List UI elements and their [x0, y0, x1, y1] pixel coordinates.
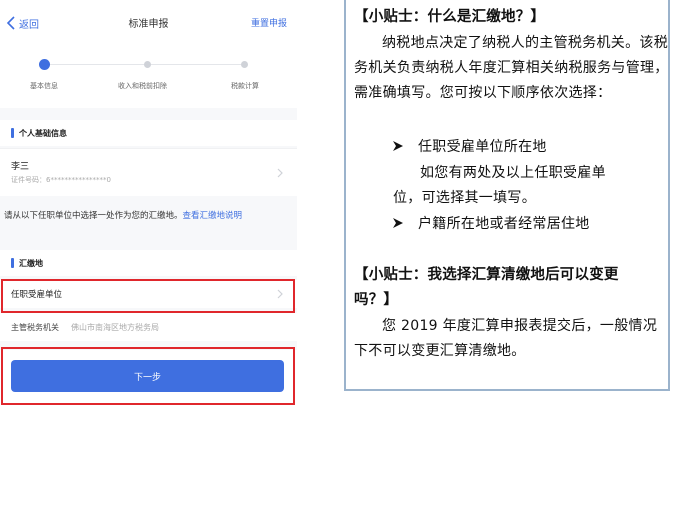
person-name: 李三 [11, 162, 30, 172]
tip2-title-line2: 吗？】 [354, 292, 399, 308]
chevron-right-icon [277, 168, 283, 178]
tips-box: 【小贴士：什么是汇缴地？】 纳税地点决定了纳税人的主管税务机关。该税务机关负责纳… [344, 0, 670, 391]
arrow-bullet-icon [393, 218, 403, 228]
step-dot [241, 61, 248, 68]
progress-steps: 基本信息 收入和税前扣除 税款计算 [0, 44, 297, 108]
person-info-card[interactable]: 李三 证件号码：6****************0 [0, 148, 297, 196]
phone-screen: 返回 标准申报 重置申报 基本信息 收入和税前扣除 税款计算 个人基础信息 李三… [0, 0, 297, 507]
tax-authority-row: 主管税务机关 佛山市南海区地方税务局 [0, 313, 297, 341]
section-title-personal: 个人基础信息 [0, 120, 297, 146]
option1-note-line1: 如您有两处及以上任职受雇单 [420, 165, 606, 181]
section-title-text: 个人基础信息 [19, 128, 67, 138]
step-dot-active [39, 59, 50, 70]
section-marker [11, 128, 14, 138]
tax-authority-label: 主管税务机关 [11, 322, 59, 332]
view-remit-explanation-link[interactable]: 查看汇缴地说明 [183, 211, 243, 221]
person-id-number: 证件号码：6****************0 [11, 176, 111, 184]
tip1-title: 【小贴士：什么是汇缴地？】 [354, 9, 546, 25]
top-nav-bar: 返回 标准申报 重置申报 [0, 0, 297, 44]
step-label-income: 收入和税前扣除 [118, 82, 167, 90]
option-item: 户籍所在地或者经常居住地 [392, 213, 590, 233]
section-marker [11, 258, 14, 268]
step-connector [50, 64, 144, 65]
section-title-remit: 汇缴地 [0, 250, 297, 276]
step-label-basic-info: 基本信息 [30, 82, 58, 90]
tip1-body: 纳税地点决定了纳税人的主管税务机关。该税务机关负责纳税人年度汇算相关纳税服务与管… [354, 35, 669, 101]
step-connector [151, 64, 241, 65]
notice-text: 请从以下任职单位中选择一处作为您的汇缴地。 [4, 211, 183, 221]
option2-text: 户籍所在地或者经常居住地 [418, 216, 590, 232]
option1-text: 任职受雇单位所在地 [418, 139, 547, 155]
arrow-bullet-icon [393, 141, 403, 151]
highlight-box-next [1, 347, 295, 405]
option1-note-line2: 位，可选择其一填写。 [393, 190, 536, 206]
tip2-body: 您 2019 年度汇算申报表提交后，一般情况下不可以变更汇算清缴地。 [354, 318, 658, 359]
step-label-tax-calc: 税款计算 [231, 82, 259, 90]
option-item: 任职受雇单位所在地 [392, 136, 547, 156]
highlight-box-employer [1, 279, 295, 313]
section-title-text: 汇缴地 [19, 258, 43, 268]
tax-authority-value: 佛山市南海区地方税务局 [71, 322, 159, 332]
step-dot [144, 61, 151, 68]
reset-declaration-button[interactable]: 重置申报 [251, 16, 287, 29]
tip2-title-line1: 【小贴士：我选择汇算清缴地后可以变更 [354, 267, 619, 283]
phone-empty-area [0, 402, 297, 507]
remit-location-notice: 请从以下任职单位中选择一处作为您的汇缴地。查看汇缴地说明 [0, 205, 297, 245]
